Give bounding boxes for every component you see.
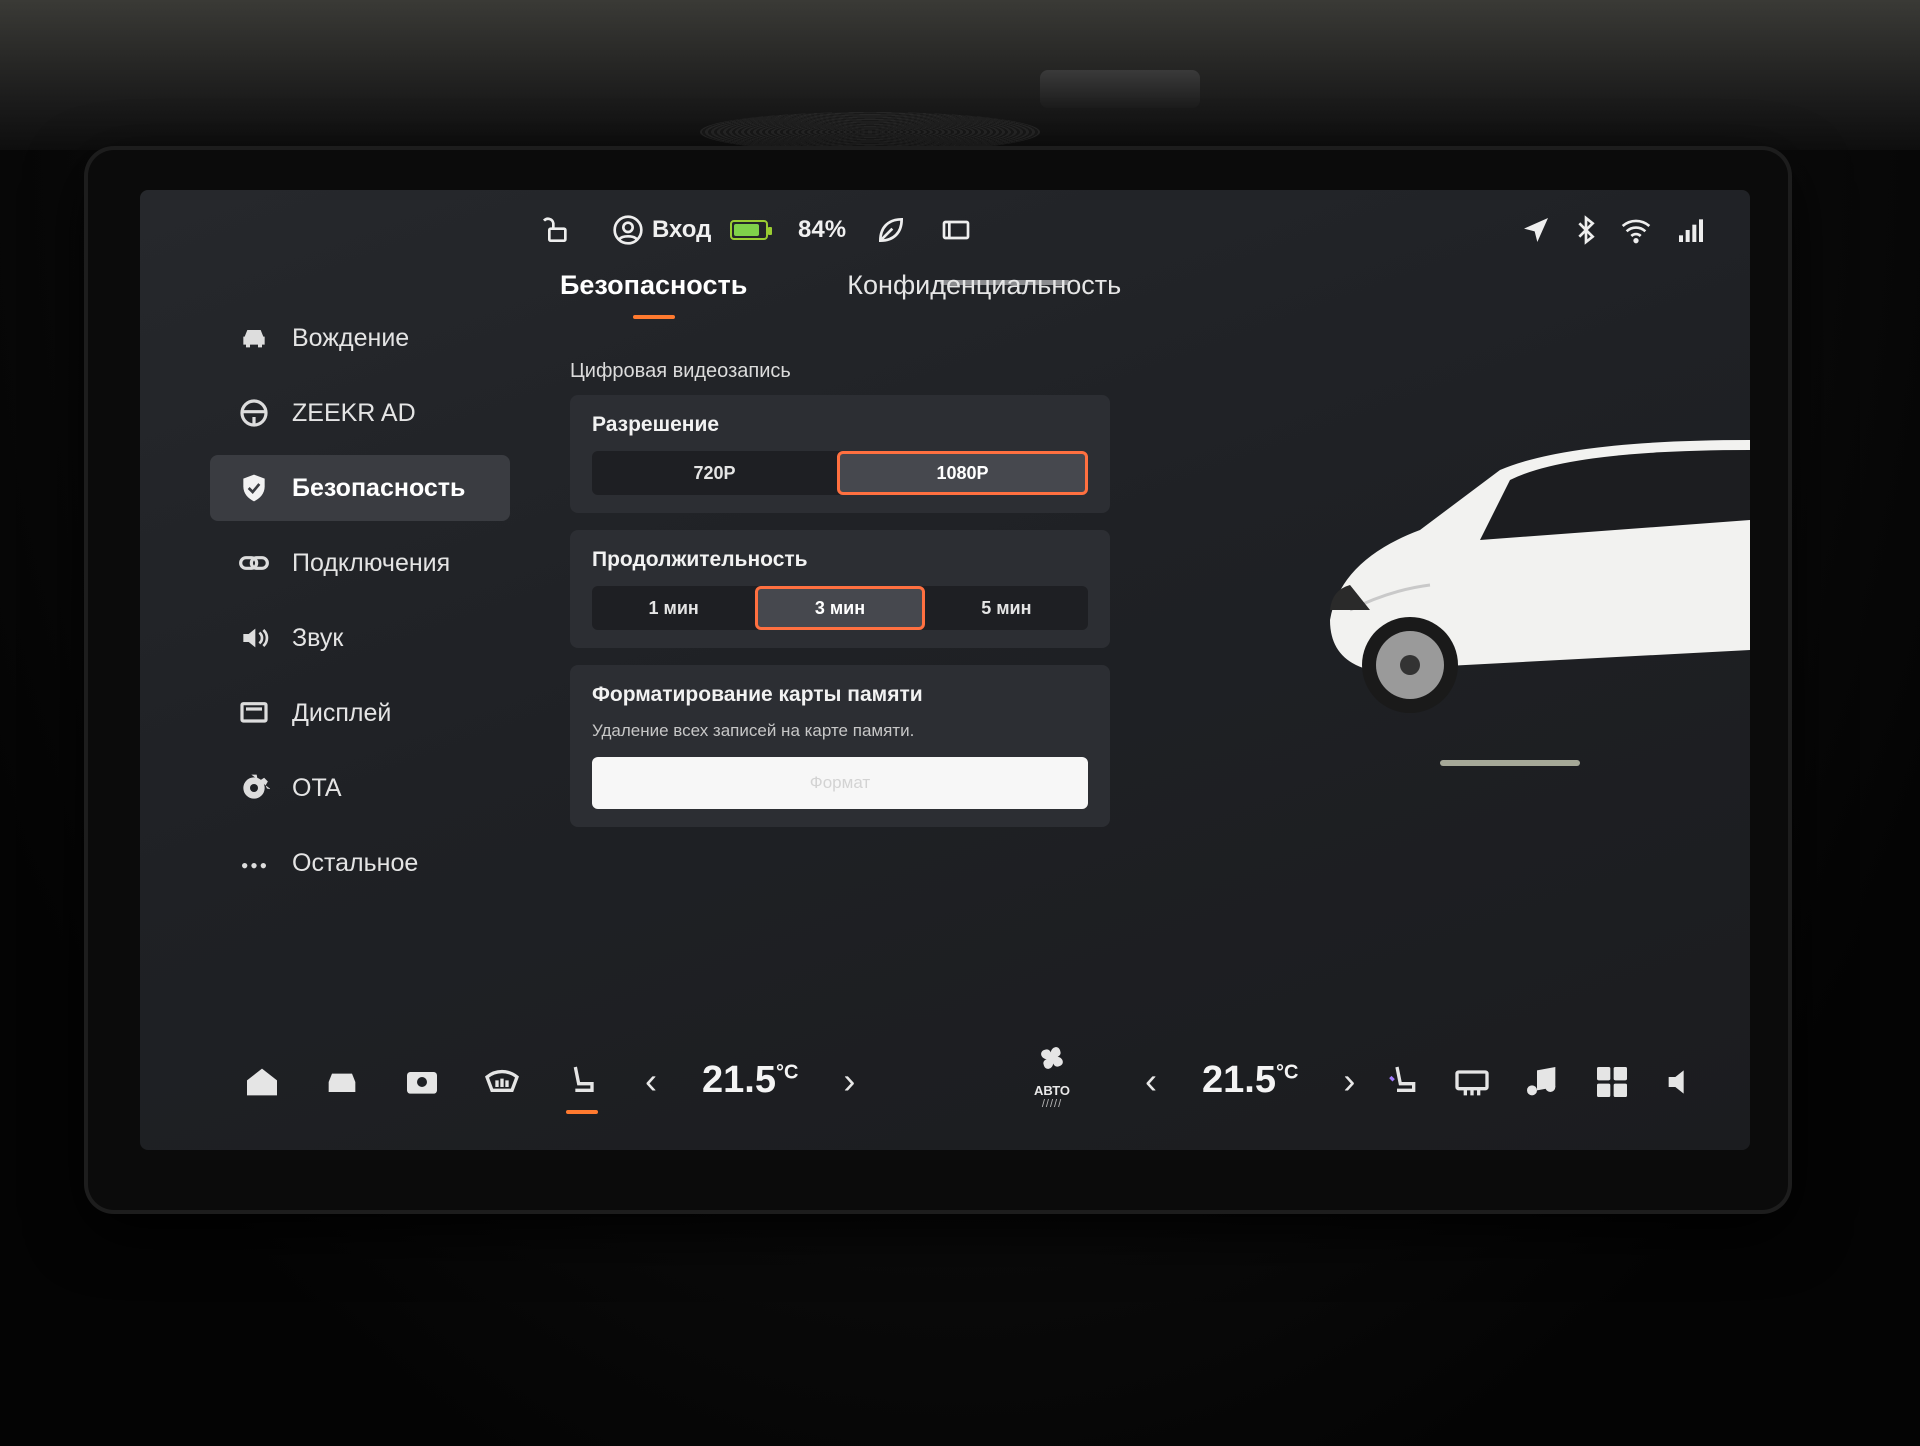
- steering-wheel-icon: [240, 399, 268, 427]
- screen-icon[interactable]: [940, 212, 972, 248]
- unlock-icon[interactable]: [540, 212, 572, 248]
- fan-mode-label: АВТО: [1033, 1083, 1070, 1098]
- shield-icon: [243, 474, 265, 502]
- login-label: Вход: [652, 216, 712, 243]
- home-icon[interactable]: [240, 1060, 284, 1104]
- login-button[interactable]: Вход: [612, 212, 711, 248]
- settings-tabs: Безопасность Конфиденциальность: [560, 260, 1121, 323]
- sidebar-item-other[interactable]: Остальное: [210, 830, 510, 896]
- fan-icon: [1041, 1047, 1063, 1069]
- navigation-icon: [1520, 212, 1552, 248]
- car-icon[interactable]: [320, 1060, 364, 1104]
- format-description: Удаление всех записей на карте памяти.: [592, 721, 915, 740]
- battery-status: 84%: [730, 212, 846, 248]
- fan-control[interactable]: АВТО /////: [1020, 1038, 1084, 1110]
- bottom-dock: ‹ 21.5°C › АВТО ///// ‹ 21.5°C ›: [140, 1000, 1750, 1150]
- volume-icon[interactable]: [1660, 1060, 1704, 1104]
- sidebar-item-label: OTA: [292, 773, 342, 802]
- sidebar-item-label: Вождение: [292, 323, 410, 352]
- sidebar-item-ota[interactable]: OTA: [210, 755, 510, 821]
- car-shadow: [1440, 760, 1580, 766]
- driver-temp-decrease-button[interactable]: ‹: [640, 1060, 662, 1102]
- car-icon: [243, 330, 265, 348]
- sidebar-item-security[interactable]: Безопасность: [210, 455, 510, 521]
- defrost-icon[interactable]: [480, 1060, 524, 1104]
- sidebar-item-label: Дисплей: [292, 698, 392, 727]
- format-title: Форматирование карты памяти: [592, 683, 923, 706]
- seat-heat-icon[interactable]: [1380, 1060, 1424, 1104]
- leaf-icon[interactable]: [875, 212, 907, 248]
- apps-icon[interactable]: [1590, 1060, 1634, 1104]
- sidebar-item-driving[interactable]: Вождение: [210, 305, 510, 371]
- driver-temp-value: 21.5°C: [702, 1059, 799, 1101]
- sidebar-item-display[interactable]: Дисплей: [210, 680, 510, 746]
- format-button[interactable]: Формат: [592, 757, 1088, 809]
- sidebar-item-label: Остальное: [292, 848, 419, 877]
- camera-360-icon[interactable]: [400, 1060, 444, 1104]
- resolution-title: Разрешение: [592, 413, 720, 436]
- battery-percent: 84%: [798, 216, 847, 243]
- speaker-icon: [243, 628, 269, 648]
- passenger-temp-decrease-button[interactable]: ‹: [1140, 1060, 1162, 1102]
- usb-device: [1040, 70, 1200, 108]
- duration-option-3min[interactable]: 3 мин: [755, 586, 925, 630]
- sidebar-item-connections[interactable]: Подключения: [210, 530, 510, 596]
- speaker-grille: [700, 112, 1040, 152]
- display-icon: [240, 702, 268, 723]
- user-icon: [613, 215, 643, 245]
- fan-level-indicator: /////: [1041, 1098, 1063, 1110]
- sidebar-item-label: Безопасность: [292, 473, 466, 502]
- sidebar-item-label: ZEEKR AD: [292, 398, 416, 427]
- resolution-selector: 720P 1080P: [592, 451, 1088, 495]
- music-icon[interactable]: [1520, 1060, 1564, 1104]
- sidebar-item-label: Подключения: [292, 548, 451, 577]
- gear-icon: [243, 774, 270, 799]
- duration-selector: 1 мин 3 мин 5 мин: [592, 586, 1088, 630]
- battery-icon: [730, 220, 772, 240]
- resolution-card: Разрешение 720P 1080P: [570, 395, 1110, 513]
- driver-temp-increase-button[interactable]: ›: [838, 1060, 860, 1102]
- signal-icon: [1675, 212, 1707, 248]
- dashcam-section-title: Цифровая видеозапись: [570, 360, 791, 382]
- duration-option-1min[interactable]: 1 мин: [592, 586, 755, 630]
- settings-sidebar: Вождение ZEEKR AD Безопасность Подключен…: [210, 305, 510, 905]
- more-icon: [242, 863, 266, 869]
- sidebar-item-sound[interactable]: Звук: [210, 605, 510, 671]
- sidebar-item-label: Звук: [292, 623, 344, 652]
- tab-privacy[interactable]: Конфиденциальность: [847, 260, 1121, 323]
- car-render-image: [1330, 440, 1750, 713]
- resolution-option-1080p[interactable]: 1080P: [837, 451, 1088, 495]
- driver-temperature-control: ‹ 21.5°C ›: [640, 1059, 860, 1102]
- passenger-temperature-control: ‹ 21.5°C ›: [1140, 1059, 1360, 1102]
- duration-card: Продолжительность 1 мин 3 мин 5 мин: [570, 530, 1110, 648]
- resolution-option-720p[interactable]: 720P: [592, 451, 837, 495]
- tab-security[interactable]: Безопасность: [560, 260, 747, 323]
- duration-option-5min[interactable]: 5 мин: [925, 586, 1088, 630]
- passenger-temp-value: 21.5°C: [1202, 1059, 1299, 1101]
- seat-icon[interactable]: [560, 1060, 604, 1114]
- duration-title: Продолжительность: [592, 548, 808, 571]
- rear-defrost-icon[interactable]: [1450, 1060, 1494, 1104]
- infotainment-screen: Вход 84% Вождение ZEEKR AD Безопасность …: [140, 190, 1750, 1150]
- bluetooth-icon: [1570, 212, 1602, 248]
- status-bar: Вход 84%: [140, 190, 1750, 270]
- sidebar-item-zeekr-ad[interactable]: ZEEKR AD: [210, 380, 510, 446]
- wifi-icon: [1620, 212, 1652, 248]
- format-card: Форматирование карты памяти Удаление все…: [570, 665, 1110, 827]
- link-icon: [239, 556, 269, 570]
- passenger-temp-increase-button[interactable]: ›: [1338, 1060, 1360, 1102]
